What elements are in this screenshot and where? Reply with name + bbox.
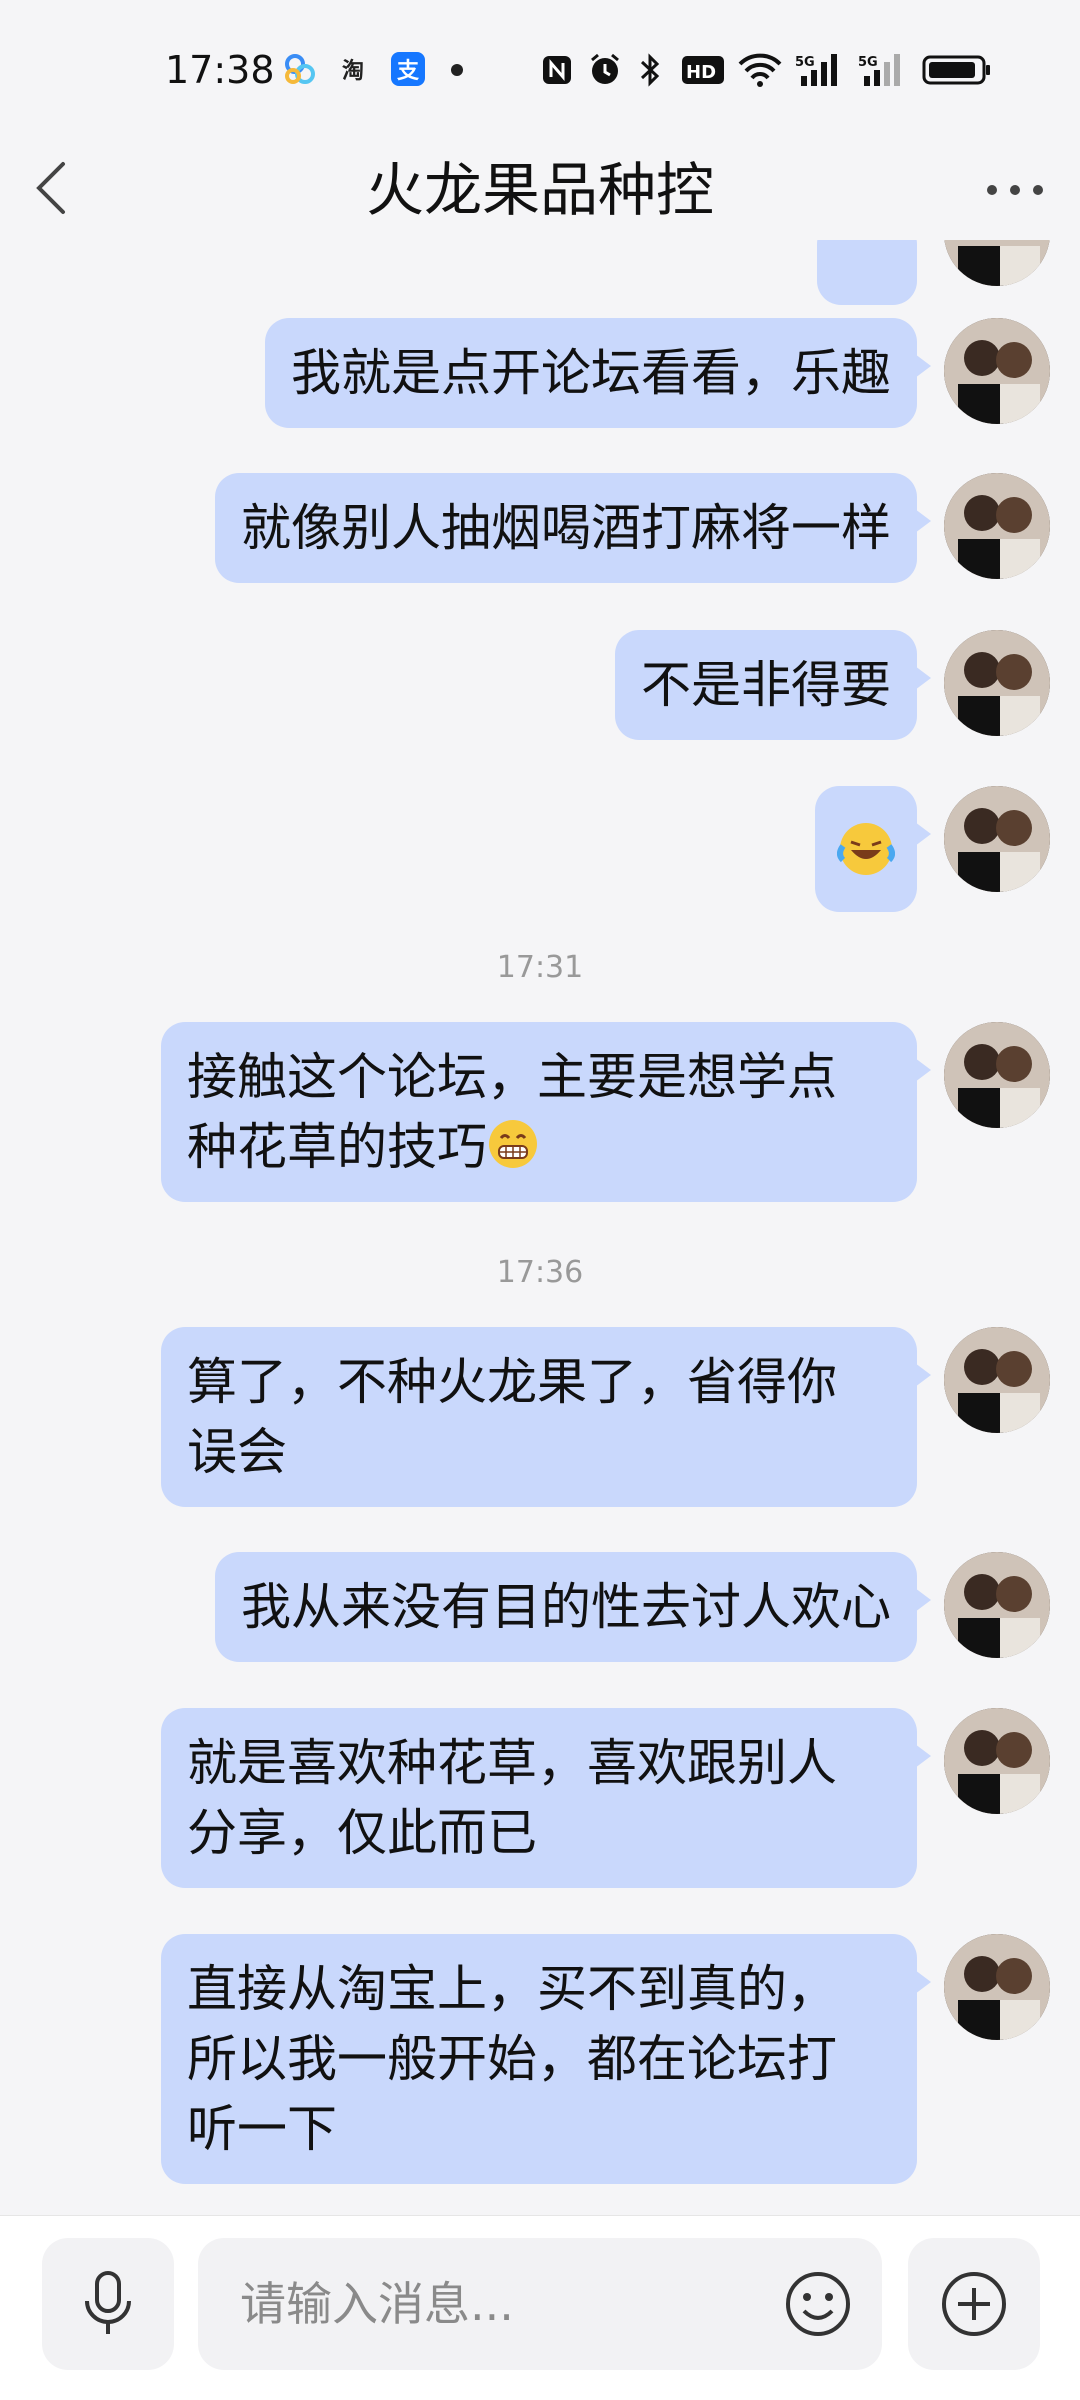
- baidu-netdisk-icon: [283, 52, 317, 86]
- avatar[interactable]: [944, 1327, 1050, 1433]
- message-bubble[interactable]: 直接从淘宝上，买不到真的， 所以我一般开始，都在论坛打 听一下: [161, 1934, 931, 2184]
- message-bubble[interactable]: 就是喜欢种花草，喜欢跟别人 分享，仅此而已: [161, 1708, 931, 1888]
- timestamp: 17:31: [496, 950, 584, 985]
- hd-icon: HD: [681, 52, 725, 88]
- microphone-icon: [85, 2271, 131, 2334]
- message-text: 我从来没有目的性去讨人欢心: [241, 1578, 891, 1636]
- message-text-line: 就是喜欢种花草，喜欢跟别人: [187, 1734, 837, 1792]
- avatar[interactable]: [944, 630, 1050, 736]
- signal-5g-icon: 5G: [795, 52, 843, 88]
- battery-icon: [922, 52, 992, 88]
- message-text-line: 所以我一般开始，都在论坛打: [187, 2030, 837, 2088]
- notification-dot-icon: [451, 64, 463, 76]
- alarm-icon: [587, 52, 623, 88]
- message-text-line: 算了，不种火龙果了，省得你: [187, 1353, 837, 1411]
- svg-text:5G: 5G: [795, 55, 815, 70]
- message-list[interactable]: 我就是点开论坛看看，乐趣 就像别人抽烟喝酒打麻将一样 不是非得要 17:31 接…: [0, 240, 1080, 2215]
- status-bar: 17:38 淘 支 HD 5G 5G: [0, 0, 1080, 140]
- signal-5g-secondary-icon: 5G: [858, 52, 906, 88]
- status-time: 17:38: [165, 48, 275, 92]
- voice-button[interactable]: [42, 2238, 174, 2370]
- avatar[interactable]: [944, 240, 1050, 286]
- avatar[interactable]: [944, 318, 1050, 424]
- avatar[interactable]: [944, 1022, 1050, 1128]
- message-bubble[interactable]: 不是非得要: [615, 630, 931, 740]
- taobao-icon: 淘: [341, 59, 364, 84]
- message-bubble[interactable]: 接触这个论坛，主要是想学点 种花草的技巧: [161, 1022, 931, 1202]
- message-text-line: 听一下: [187, 2100, 337, 2158]
- message-text-line: 分享，仅此而已: [187, 1804, 537, 1862]
- nfc-icon: [540, 52, 574, 88]
- message-text: 我就是点开论坛看看，乐趣: [291, 344, 891, 402]
- message-bubble[interactable]: [815, 786, 931, 912]
- avatar[interactable]: [944, 1552, 1050, 1658]
- chat-title: 火龙果品种控: [365, 156, 714, 224]
- alipay-icon: 支: [391, 52, 425, 86]
- message-item: [0, 240, 1080, 310]
- message-text-line: 接触这个论坛，主要是想学点: [187, 1048, 837, 1106]
- timestamp: 17:36: [496, 1255, 584, 1290]
- smiley-icon: [786, 2272, 850, 2336]
- message-text-line: 种花草的技巧: [187, 1118, 487, 1176]
- wifi-icon: [738, 52, 782, 88]
- message-bubble[interactable]: [817, 240, 917, 305]
- message-text: 不是非得要: [641, 656, 891, 714]
- message-text-line: 直接从淘宝上，买不到真的，: [187, 1960, 837, 2018]
- svg-text:HD: HD: [686, 62, 716, 83]
- avatar[interactable]: [944, 1708, 1050, 1814]
- message-bubble[interactable]: 我就是点开论坛看看，乐趣: [265, 318, 931, 428]
- bluetooth-icon: [637, 52, 663, 88]
- more-button[interactable]: [980, 170, 1050, 210]
- svg-text:5G: 5G: [858, 55, 878, 70]
- plus-icon: [942, 2272, 1006, 2336]
- message-text: 就像别人抽烟喝酒打麻将一样: [241, 499, 891, 557]
- message-text-line: 误会: [187, 1423, 287, 1481]
- avatar[interactable]: [944, 786, 1050, 892]
- laughing-crying-emoji-icon: [837, 823, 895, 875]
- more-dots-icon: [987, 185, 1043, 195]
- avatar[interactable]: [944, 473, 1050, 579]
- avatar[interactable]: [944, 1934, 1050, 2040]
- nav-bar: 火龙果品种控: [0, 140, 1080, 240]
- emoji-button[interactable]: [778, 2264, 858, 2344]
- message-bubble[interactable]: 就像别人抽烟喝酒打麻将一样: [215, 473, 931, 583]
- more-functions-button[interactable]: [908, 2238, 1040, 2370]
- grinning-emoji-icon: [489, 1120, 537, 1168]
- input-bar: [0, 2215, 1080, 2400]
- message-bubble[interactable]: 我从来没有目的性去讨人欢心: [215, 1552, 931, 1662]
- message-bubble[interactable]: 算了，不种火龙果了，省得你 误会: [161, 1327, 931, 1507]
